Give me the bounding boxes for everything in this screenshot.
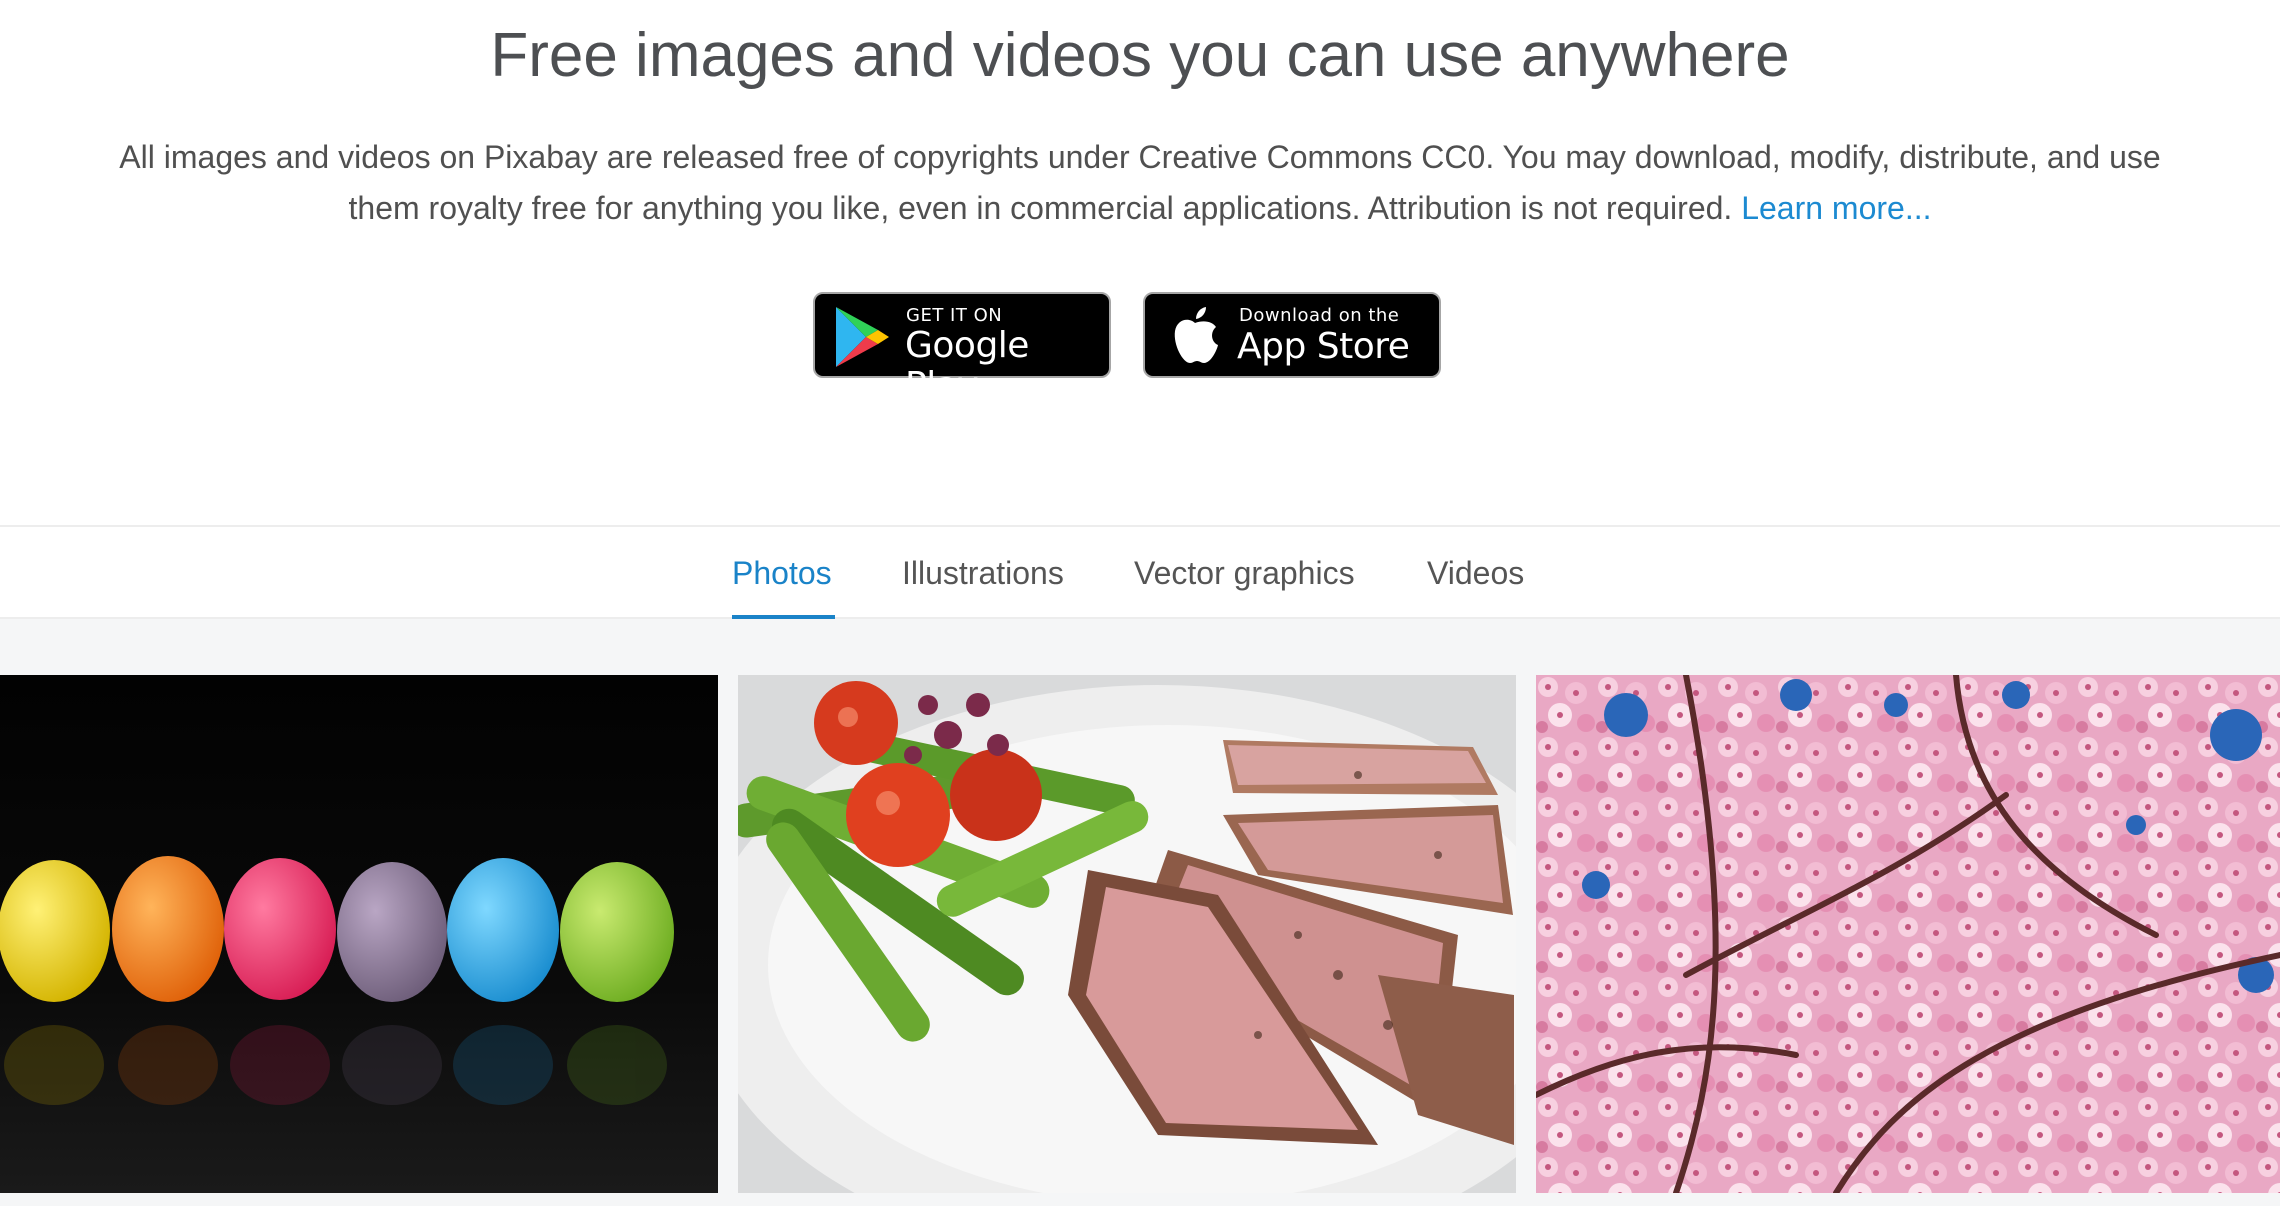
photo-easter-eggs[interactable] bbox=[0, 675, 718, 1193]
photo-steak-plate[interactable] bbox=[738, 675, 1516, 1193]
google-play-icon bbox=[836, 307, 889, 367]
license-description: All images and videos on Pixabay are rel… bbox=[110, 132, 2170, 234]
app-store-big-text: App Store bbox=[1237, 326, 1410, 367]
app-store-button[interactable]: Download on the App Store bbox=[1143, 292, 1441, 378]
media-type-tabs: Photos Illustrations Vector graphics Vid… bbox=[0, 525, 2280, 619]
tab-videos[interactable]: Videos bbox=[1427, 553, 1524, 593]
steak-plate-image bbox=[738, 675, 1516, 1193]
photo-gallery bbox=[0, 619, 2280, 1206]
apple-icon bbox=[1174, 307, 1218, 363]
page-title: Free images and videos you can use anywh… bbox=[490, 21, 1790, 90]
easter-eggs-image bbox=[0, 675, 718, 1193]
tab-vector-graphics[interactable]: Vector graphics bbox=[1134, 553, 1355, 593]
google-play-small-text: GET IT ON bbox=[906, 305, 1003, 326]
tab-illustrations[interactable]: Illustrations bbox=[902, 553, 1064, 593]
google-play-big-text: Google Play bbox=[905, 325, 1029, 406]
tab-photos[interactable]: Photos bbox=[732, 553, 832, 593]
learn-more-link[interactable]: Learn more... bbox=[1741, 190, 1931, 226]
hero-section: Free images and videos you can use anywh… bbox=[0, 0, 2280, 525]
google-play-button[interactable]: GET IT ON Google Play bbox=[813, 292, 1111, 406]
cherry-blossoms-image bbox=[1536, 675, 2280, 1193]
photo-cherry-blossoms[interactable] bbox=[1536, 675, 2280, 1193]
app-store-badges: GET IT ON Google Play Download on the Ap… bbox=[0, 292, 2280, 406]
app-store-small-text: Download on the bbox=[1239, 305, 1400, 326]
